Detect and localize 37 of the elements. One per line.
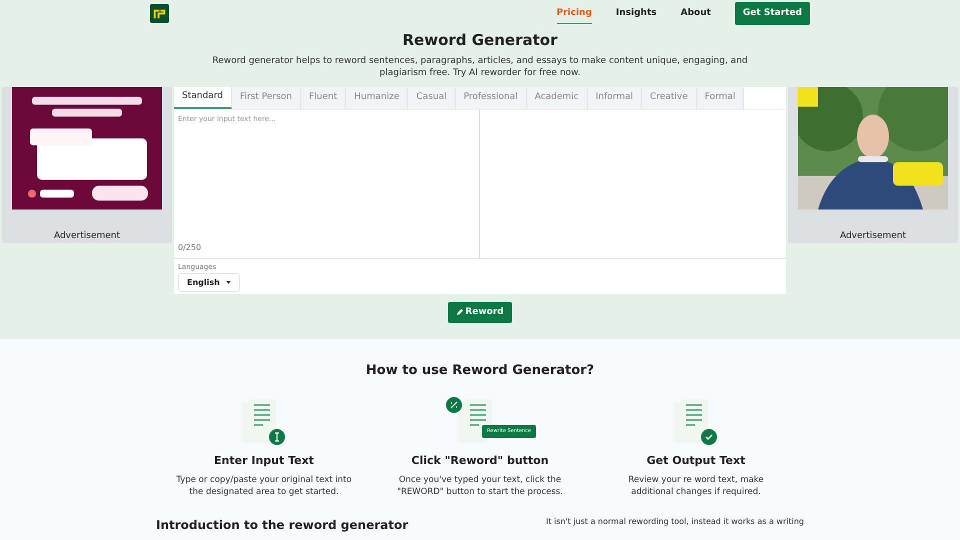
step-title: Click "Reword" button	[411, 452, 549, 468]
text-cursor-icon	[269, 428, 285, 444]
intro-title: Introduction to the reword generator	[156, 517, 408, 534]
style-tab[interactable]: Informal	[588, 87, 642, 109]
step-title: Get Output Text	[646, 452, 746, 468]
nav-link[interactable]: About	[680, 2, 711, 24]
style-tab[interactable]: Standard	[174, 87, 232, 109]
reword-button[interactable]: Reword	[448, 302, 512, 323]
document-icon	[674, 398, 710, 442]
step-description: Review your re word text, make additional changes if required.	[627, 474, 765, 498]
language-dropdown[interactable]: English	[178, 273, 240, 292]
style-tab[interactable]: Professional	[456, 87, 527, 109]
get-started-button[interactable]: Get Started	[734, 2, 810, 26]
style-tab[interactable]: Fluent	[301, 87, 346, 109]
page-title: Reword Generator	[402, 30, 558, 50]
style-tab[interactable]: First Person	[232, 87, 301, 109]
step-description: Type or copy/paste your original text into the designated area to get started.	[176, 474, 352, 498]
character-counter: 0/250	[178, 242, 202, 254]
pencil-icon	[456, 309, 464, 316]
step-title: Enter Input Text	[214, 452, 314, 468]
ad-label: Advertisement	[840, 230, 906, 242]
style-tab[interactable]: Formal	[696, 87, 744, 109]
style-tab[interactable]: Academic	[526, 87, 588, 109]
section-title: How to use Reword Generator?	[364, 362, 596, 380]
style-tab[interactable]: Casual	[408, 87, 456, 109]
check-icon	[701, 428, 717, 444]
ad-label: Advertisement	[54, 230, 120, 242]
nav-link[interactable]: Pricing	[556, 2, 592, 24]
style-tab[interactable]: Creative	[642, 87, 697, 109]
document-icon	[242, 398, 278, 442]
nav-link[interactable]: Insights	[616, 2, 657, 24]
page-description: Reword generator helps to reword sentences, paragraphs, articles, and essays to make content unique, engaging, and plagiarism free. Try AI reworder for free now.	[211, 55, 749, 79]
intro-text: It isn't just a normal rewording tool, instead it works as a writing	[546, 516, 804, 528]
logo-icon[interactable]	[150, 4, 169, 23]
caret-icon	[226, 281, 231, 284]
style-tab[interactable]: Humanize	[346, 87, 408, 109]
step-description: Once you've typed your text, click the "REWORD" button to start the process.	[396, 474, 564, 498]
